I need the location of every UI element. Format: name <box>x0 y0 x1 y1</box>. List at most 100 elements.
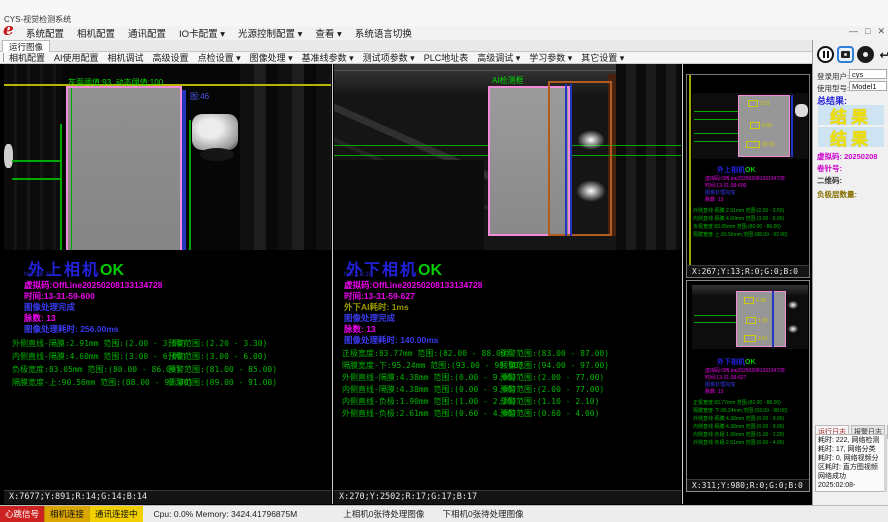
app-logo-icon: e <box>3 20 14 40</box>
menu-language-switch[interactable]: 系统语言切换 <box>355 26 412 40</box>
lens-icon <box>863 52 868 57</box>
tool-camera-config[interactable]: 相机配置 <box>9 51 45 64</box>
thumb-pulse: 脉数: 13 <box>705 196 723 203</box>
annotation-value: 4.38 <box>756 298 766 304</box>
result-display-upper: 结果 <box>818 105 884 125</box>
maximize-icon[interactable]: □ <box>865 26 870 37</box>
ok-status: OK <box>100 262 124 279</box>
measure-line-blue <box>772 291 774 347</box>
led-glow <box>576 180 606 202</box>
model-label: 使用型号: <box>817 83 849 94</box>
lower-thumb-image[interactable]: 4.38 1.90 2.61 <box>692 285 808 349</box>
camera-subtext: NG:2,B:10 <box>344 272 372 278</box>
warn-range: 预警范围:(81.00 - 85.00) <box>168 364 277 375</box>
measurement-row: 隔膜宽度-上:90.56mm 范围:(88.00 - 92.00) <box>12 377 193 388</box>
thumb-pulse: 脉数: 13 <box>705 388 723 395</box>
log-output[interactable]: 耗时: 222, 网络检测耗时: 17, 网络分类耗时: 0, 网络视频分区耗时… <box>815 434 885 492</box>
toolbar-grip <box>3 53 5 62</box>
marker-overlay-text: 图:46 <box>190 91 209 102</box>
log-scrollbar[interactable] <box>884 434 887 492</box>
upper-camera-queue: 上相机0张待处理图像 <box>338 506 429 522</box>
baseline-segment <box>12 178 60 180</box>
measurement-row: 隔膜宽度-下:95.24mm 范围:(93.00 - 98.00) <box>342 360 523 371</box>
scan-line <box>689 75 691 267</box>
tool-plc-table[interactable]: PLC地址表 <box>424 51 469 64</box>
tool-learn-params[interactable]: 学习参数 ▾ <box>529 51 572 64</box>
tool-image-process[interactable]: 图像处理 ▾ <box>250 51 293 64</box>
thumb-measurement: 外侧直线-负极:2.61mm 范围:(0.60 - 4.00) <box>693 439 784 446</box>
machine-background-right <box>240 64 331 250</box>
close-icon[interactable]: ✕ <box>877 26 885 37</box>
menu-light-config[interactable]: 光源控制配置 ▾ <box>238 26 302 40</box>
annotation-box <box>744 297 754 304</box>
camera-icon <box>841 51 850 58</box>
annotation-box <box>746 317 756 324</box>
measurement-row: 外侧直线-隔膜:4.38mm 范围:(0.00 - 9.00) <box>342 372 517 383</box>
roller-part <box>192 114 238 150</box>
thumb-done: 图像处理完成 <box>705 189 735 196</box>
thumb-measurement: 隔膜宽度-上:90.56mm 范围:(88.00 - 92.00) <box>693 231 787 238</box>
led-glow <box>788 301 798 309</box>
ai-box-label: AI检测框 <box>492 75 524 86</box>
model-input[interactable] <box>849 81 887 91</box>
capture-button[interactable] <box>837 46 854 63</box>
warn-range: 预警范围:(3.00 - 6.00) <box>168 351 267 362</box>
minimize-icon[interactable]: — <box>849 26 858 37</box>
menu-camera-config[interactable]: 相机配置 <box>77 26 115 40</box>
measure-line-blue <box>565 84 567 236</box>
baseline-line <box>694 133 738 134</box>
tool-advanced-debug[interactable]: 高级调试 ▾ <box>477 51 520 64</box>
control-sidebar: ↩ 登录用户: 使用型号: 总结果: 结果 结果 虚拟码: 20250208 卷… <box>812 40 888 505</box>
camera-link-status: 相机连接 <box>44 506 89 522</box>
annotation-box <box>750 122 760 129</box>
edge-line <box>60 124 62 250</box>
tool-spot-check[interactable]: 点检设置 ▾ <box>198 51 241 64</box>
pause-button[interactable] <box>817 46 834 63</box>
virtual-code-field: 虚拟码: 20250208 <box>817 151 877 162</box>
heartbeat-status: 心跳信号 <box>0 506 44 522</box>
menu-system-config[interactable]: 系统配置 <box>26 26 64 40</box>
undo-arrow-icon: ↩ <box>879 49 888 61</box>
menu-comm-config[interactable]: 通讯配置 <box>128 26 166 40</box>
annotation-box <box>746 141 760 148</box>
baseline-segment <box>12 160 60 162</box>
warn-range: 预警范围:(83.00 - 87.00) <box>500 348 609 359</box>
led-glow <box>788 325 798 333</box>
qr-code-field: 二维码: <box>817 175 842 186</box>
warn-range: 预警范围:(2.20 - 3.30) <box>168 338 267 349</box>
tool-ai-config[interactable]: AI使用配置 <box>54 51 99 64</box>
tool-camera-debug[interactable]: 相机调试 <box>108 51 144 64</box>
upper-camera-image[interactable]: 灰面阈值:93, 动态阈值:100 图:46 <box>4 64 331 250</box>
tool-test-params[interactable]: 测试项参数 ▾ <box>363 51 415 64</box>
tool-other-settings[interactable]: 其它设置 ▾ <box>581 51 624 64</box>
app-window: CYS-视觉检测系统 e 系统配置 相机配置 通讯配置 IO卡配置 ▾ 光源控制… <box>0 0 888 522</box>
tool-baseline-params[interactable]: 基准线参数 ▾ <box>302 51 354 64</box>
lower-thumb-panel: 4.38 1.90 2.61 外下相机OK 虚拟码:OffLine2025020… <box>686 280 810 492</box>
baseline-line <box>694 322 736 323</box>
baseline-line <box>694 119 738 120</box>
lower-camera-image[interactable]: AI检测框 <box>334 64 681 250</box>
login-user-input[interactable] <box>849 69 887 79</box>
pixel-coordinate-readout: X:7677;Y:891;R:14;G:14;B:14 <box>4 490 331 504</box>
electrode-region-box <box>66 86 182 250</box>
measurement-row: 外侧直线-隔膜:2.91mm 范围:(2.00 - 3.50) <box>12 338 187 349</box>
reset-button[interactable]: ↩ <box>876 46 888 63</box>
record-button[interactable] <box>857 46 874 63</box>
tool-advanced-settings[interactable]: 高级设置 <box>153 51 189 64</box>
warn-range: 预警范围:(2.00 - 77.00) <box>500 372 604 383</box>
thumb-result-title: 外下相机OK <box>717 357 756 367</box>
measurement-row: 内侧直线-负极:1.90mm 范围:(1.00 - 2.20) <box>342 396 517 407</box>
menu-view[interactable]: 查看 ▾ <box>315 26 341 40</box>
annotation-value: 1.90 <box>758 318 768 324</box>
warn-range: 预警范围:(0.60 - 4.00) <box>500 408 599 419</box>
thumb-barcode: 虚拟码:OffLine20250208133134728 <box>705 367 785 374</box>
menu-io-config[interactable]: IO卡配置 ▾ <box>179 26 225 40</box>
upper-thumb-image[interactable]: 2.91 4.60 90.56 <box>692 93 808 159</box>
thumb-measurement: 正极宽度:83.77mm 范围:(82.00 - 88.00) <box>693 399 781 406</box>
thumb-done: 图像处理完成 <box>705 381 735 388</box>
roller-part <box>795 104 808 117</box>
annotation-value: 2.61 <box>758 336 768 342</box>
thumb-time: 时间:13-31-59-600 <box>705 182 746 189</box>
result-text: 结果 <box>830 125 872 150</box>
measure-line-blue <box>570 84 572 236</box>
